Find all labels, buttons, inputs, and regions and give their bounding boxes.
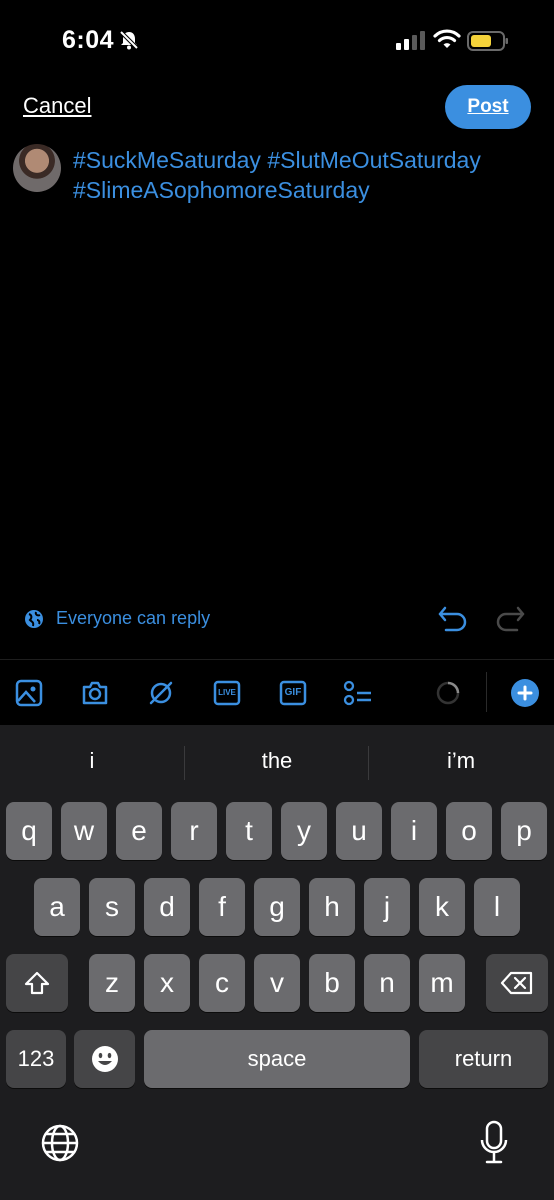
reply-setting-label: Everyone can reply	[56, 608, 211, 628]
live-icon[interactable]: LIVE	[213, 679, 241, 707]
key-m[interactable]: m	[419, 954, 465, 1012]
divider	[0, 659, 554, 660]
key-u[interactable]: u	[336, 802, 382, 860]
backspace-icon	[500, 971, 533, 995]
return-key[interactable]: return	[419, 1030, 548, 1088]
live-label: LIVE	[218, 688, 236, 697]
key-e[interactable]: e	[116, 802, 162, 860]
key-s[interactable]: s	[89, 878, 135, 936]
battery-icon	[467, 31, 508, 51]
key-z[interactable]: z	[89, 954, 135, 1012]
cancel-button[interactable]: Cancel	[23, 93, 91, 119]
post-button[interactable]: Post	[445, 85, 531, 129]
key-q[interactable]: q	[6, 802, 52, 860]
key-r[interactable]: r	[171, 802, 217, 860]
delete-key[interactable]	[486, 954, 548, 1012]
spaces-icon[interactable]	[147, 679, 175, 707]
gif-label: GIF	[284, 687, 302, 698]
key-v[interactable]: v	[254, 954, 300, 1012]
cellular-signal-icon	[396, 31, 425, 50]
add-thread-button[interactable]	[511, 679, 539, 707]
globe-icon[interactable]	[40, 1123, 80, 1163]
key-h[interactable]: h	[309, 878, 355, 936]
suggestion-1[interactable]: i	[17, 748, 167, 774]
key-t[interactable]: t	[226, 802, 272, 860]
compose-text-line: #SlimeASophomoreSaturday	[73, 177, 370, 203]
numbers-key[interactable]: 123	[6, 1030, 66, 1088]
compose-text-line: #SuckMeSaturday #SlutMeOutSaturday	[73, 147, 481, 173]
character-progress-icon	[436, 681, 460, 705]
key-p[interactable]: p	[501, 802, 547, 860]
suggestion-separator	[184, 746, 185, 780]
shift-icon	[24, 971, 50, 995]
key-n[interactable]: n	[364, 954, 410, 1012]
poll-icon[interactable]	[343, 679, 373, 707]
key-b[interactable]: b	[309, 954, 355, 1012]
suggestion-separator	[368, 746, 369, 780]
suggestion-3[interactable]: i’m	[386, 748, 536, 774]
microphone-icon[interactable]	[478, 1120, 510, 1166]
key-c[interactable]: c	[199, 954, 245, 1012]
suggestion-2[interactable]: the	[202, 748, 352, 774]
silent-bell-icon	[119, 30, 139, 50]
key-w[interactable]: w	[61, 802, 107, 860]
gif-icon[interactable]: GIF	[279, 679, 307, 707]
emoji-key[interactable]	[74, 1030, 135, 1088]
space-key[interactable]: space	[144, 1030, 410, 1088]
compose-text-area[interactable]: #SuckMeSaturday #SlutMeOutSaturday #Slim…	[73, 145, 543, 205]
key-o[interactable]: o	[446, 802, 492, 860]
wifi-icon	[433, 29, 461, 48]
key-f[interactable]: f	[199, 878, 245, 936]
emoji-icon	[91, 1046, 118, 1072]
image-icon[interactable]	[15, 679, 43, 707]
key-g[interactable]: g	[254, 878, 300, 936]
status-time: 6:04	[62, 26, 115, 54]
key-x[interactable]: x	[144, 954, 190, 1012]
toolbar-divider	[486, 672, 487, 712]
key-a[interactable]: a	[34, 878, 80, 936]
key-k[interactable]: k	[419, 878, 465, 936]
shift-key[interactable]	[6, 954, 68, 1012]
avatar	[13, 144, 61, 192]
undo-icon[interactable]	[437, 605, 469, 633]
key-y[interactable]: y	[281, 802, 327, 860]
key-d[interactable]: d	[144, 878, 190, 936]
key-i[interactable]: i	[391, 802, 437, 860]
key-l[interactable]: l	[474, 878, 520, 936]
reply-setting-button[interactable]: Everyone can reply	[24, 608, 210, 629]
camera-icon[interactable]	[81, 679, 109, 707]
redo-icon[interactable]	[494, 605, 526, 633]
globe-icon	[25, 609, 43, 628]
key-j[interactable]: j	[364, 878, 410, 936]
